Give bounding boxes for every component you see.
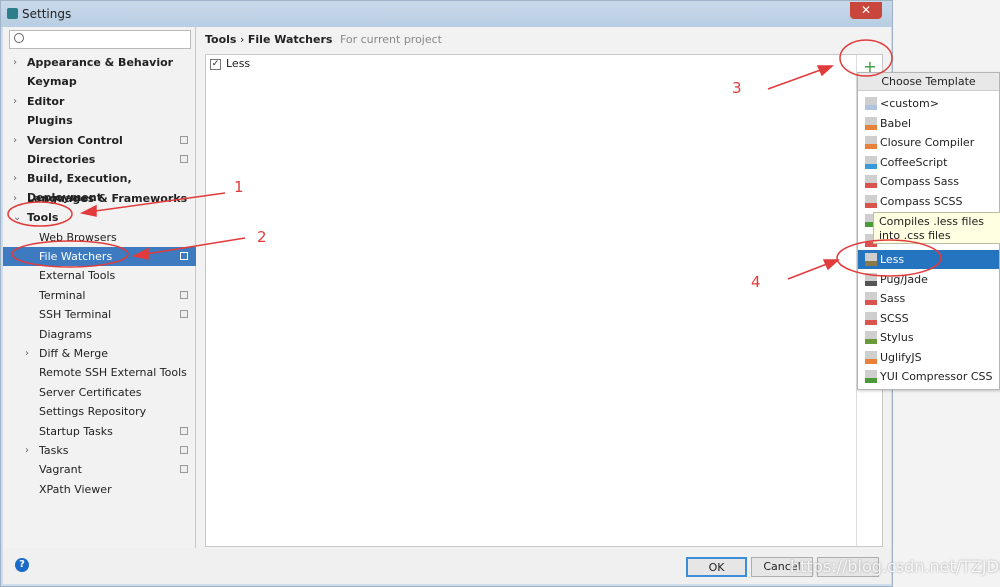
circle-tools (7, 201, 73, 227)
arrow-1-head (79, 204, 97, 217)
arrow-2 (139, 237, 246, 256)
annotation-layer (7, 39, 942, 280)
circle-file-watchers (11, 240, 129, 268)
arrow-2-head (131, 247, 149, 260)
annotation-4: 4 (751, 273, 761, 291)
arrow-4-head (822, 259, 840, 271)
circle-add (839, 39, 893, 77)
arrow-1 (87, 192, 226, 213)
annotation-1: 1 (234, 178, 244, 196)
watermark: https://blog.csdn.net/TZJD89 (790, 557, 1000, 576)
annotation-3: 3 (732, 79, 742, 97)
annotation-2: 2 (257, 228, 267, 246)
arrow-3 (767, 67, 827, 90)
arrow-3-head (816, 65, 834, 77)
circle-less (836, 239, 942, 277)
